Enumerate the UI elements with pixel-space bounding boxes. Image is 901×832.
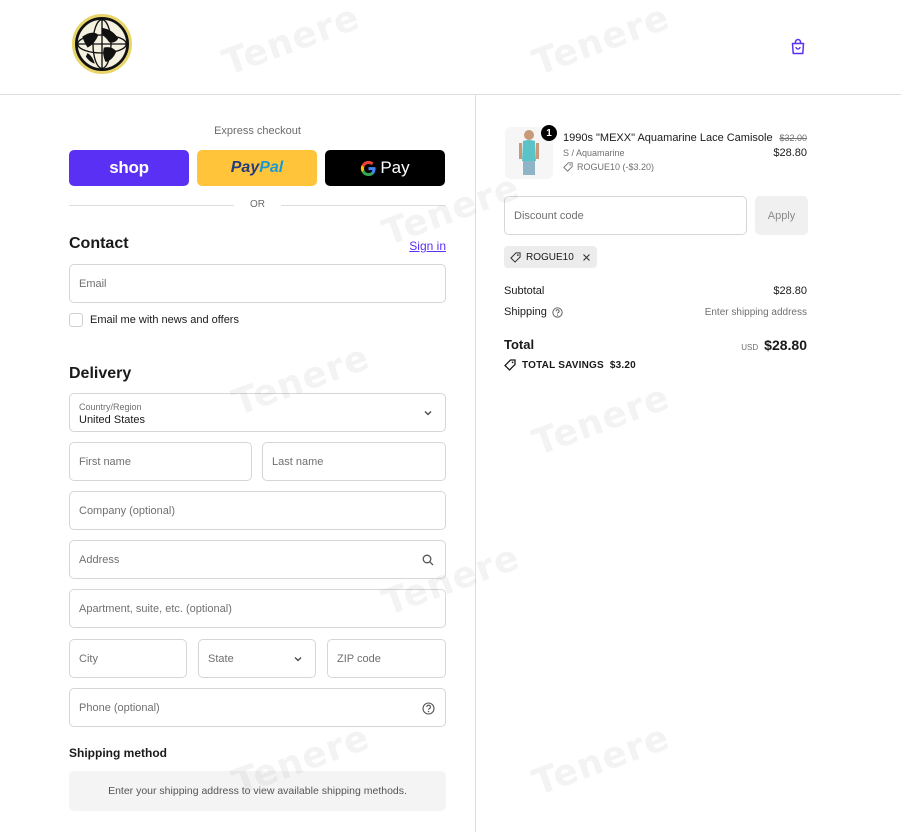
shipping-row: Shipping <box>504 306 563 318</box>
product-discount-text: ROGUE10 (-$3.20) <box>577 162 655 172</box>
shipping-value: Enter shipping address <box>704 307 807 318</box>
apartment-input[interactable]: Apartment, suite, etc. (optional) <box>69 589 446 628</box>
contact-title: Contact <box>69 235 129 252</box>
address-placeholder: Address <box>79 553 120 566</box>
zip-placeholder: ZIP code <box>337 652 381 665</box>
country-select[interactable]: Country/Region United States <box>69 393 446 432</box>
last-name-placeholder: Last name <box>272 455 324 468</box>
quantity-badge: 1 <box>541 125 557 141</box>
google-g-icon <box>361 160 376 176</box>
paypal-label-pal: Pal <box>259 159 284 176</box>
google-pay-label: Pay <box>380 158 410 177</box>
header <box>0 0 901 95</box>
shopping-bag-icon <box>791 38 805 54</box>
paypal-button[interactable]: Pay Pal <box>197 150 317 186</box>
shipping-method-title: Shipping method <box>69 746 167 760</box>
apply-discount-button[interactable]: Apply <box>755 196 808 235</box>
newsletter-checkbox[interactable] <box>69 313 83 327</box>
chevron-down-icon <box>291 652 305 666</box>
shipping-method-text: Enter your shipping address to view avai… <box>108 785 407 797</box>
city-input[interactable]: City <box>69 639 187 678</box>
total-value-group: USD $28.80 <box>741 337 807 353</box>
discount-code-input[interactable]: Discount code <box>504 196 747 235</box>
subtotal-value: $28.80 <box>773 285 807 297</box>
help-circle-icon[interactable] <box>552 306 563 318</box>
email-placeholder: Email <box>79 277 107 290</box>
product-variant: S / Aquamarine <box>563 148 625 158</box>
shop-pay-label: shop <box>109 158 149 177</box>
last-name-input[interactable]: Last name <box>262 442 446 481</box>
phone-input[interactable]: Phone (optional) <box>69 688 446 727</box>
delivery-title: Delivery <box>69 365 132 382</box>
first-name-placeholder: First name <box>79 455 131 468</box>
product-discount: ROGUE10 (-$3.20) <box>563 162 654 172</box>
product-name: 1990s "MEXX" Aquamarine Lace Camisole <box>563 132 773 144</box>
express-checkout-title: Express checkout <box>214 125 301 137</box>
close-icon <box>582 253 590 261</box>
search-icon[interactable] <box>421 553 435 567</box>
country-value: United States <box>79 413 146 426</box>
newsletter-label: Email me with news and offers <box>90 314 239 326</box>
shipping-method-message: Enter your shipping address to view avai… <box>69 771 446 811</box>
help-circle-icon[interactable] <box>421 701 435 715</box>
sign-in-link[interactable]: Sign in <box>409 239 446 253</box>
phone-placeholder: Phone (optional) <box>79 701 160 714</box>
address-input[interactable]: Address <box>69 540 446 579</box>
total-savings: TOTAL SAVINGS $3.20 <box>504 359 636 371</box>
discount-code-placeholder: Discount code <box>514 209 584 222</box>
zip-input[interactable]: ZIP code <box>327 639 446 678</box>
paypal-label-pay: Pay <box>230 159 260 176</box>
chevron-down-icon <box>421 406 435 420</box>
email-input[interactable]: Email <box>69 264 446 303</box>
applied-discount-tag: ROGUE10 <box>504 246 597 268</box>
apartment-placeholder: Apartment, suite, etc. (optional) <box>79 602 232 615</box>
tag-icon <box>563 162 573 172</box>
state-placeholder: State <box>208 652 234 665</box>
tag-icon <box>504 359 516 371</box>
company-placeholder: Company (optional) <box>79 504 175 517</box>
store-logo[interactable] <box>72 14 132 74</box>
or-divider: OR <box>69 199 446 210</box>
shipping-label: Shipping <box>504 306 547 318</box>
state-select[interactable]: State <box>198 639 316 678</box>
subtotal-label: Subtotal <box>504 285 545 297</box>
city-placeholder: City <box>79 652 98 665</box>
shop-pay-button[interactable]: shop <box>69 150 189 186</box>
newsletter-checkbox-row[interactable]: Email me with news and offers <box>69 313 239 327</box>
remove-discount-button[interactable] <box>582 253 591 262</box>
tag-icon <box>510 251 521 263</box>
cart-button[interactable] <box>788 36 808 56</box>
or-label: OR <box>250 199 265 210</box>
original-price: $32.00 <box>779 133 807 143</box>
currency-code: USD <box>741 343 759 352</box>
google-pay-button[interactable]: Pay <box>325 150 445 186</box>
savings-value: $3.20 <box>609 359 636 371</box>
savings-label: TOTAL SAVINGS <box>522 359 604 371</box>
country-label: Country/Region <box>79 401 142 412</box>
globe-logo-icon <box>77 19 127 69</box>
applied-discount-code: ROGUE10 <box>526 251 574 263</box>
first-name-input[interactable]: First name <box>69 442 252 481</box>
current-price: $28.80 <box>773 147 807 159</box>
total-value: $28.80 <box>764 337 807 353</box>
total-label: Total <box>504 337 535 352</box>
company-input[interactable]: Company (optional) <box>69 491 446 530</box>
